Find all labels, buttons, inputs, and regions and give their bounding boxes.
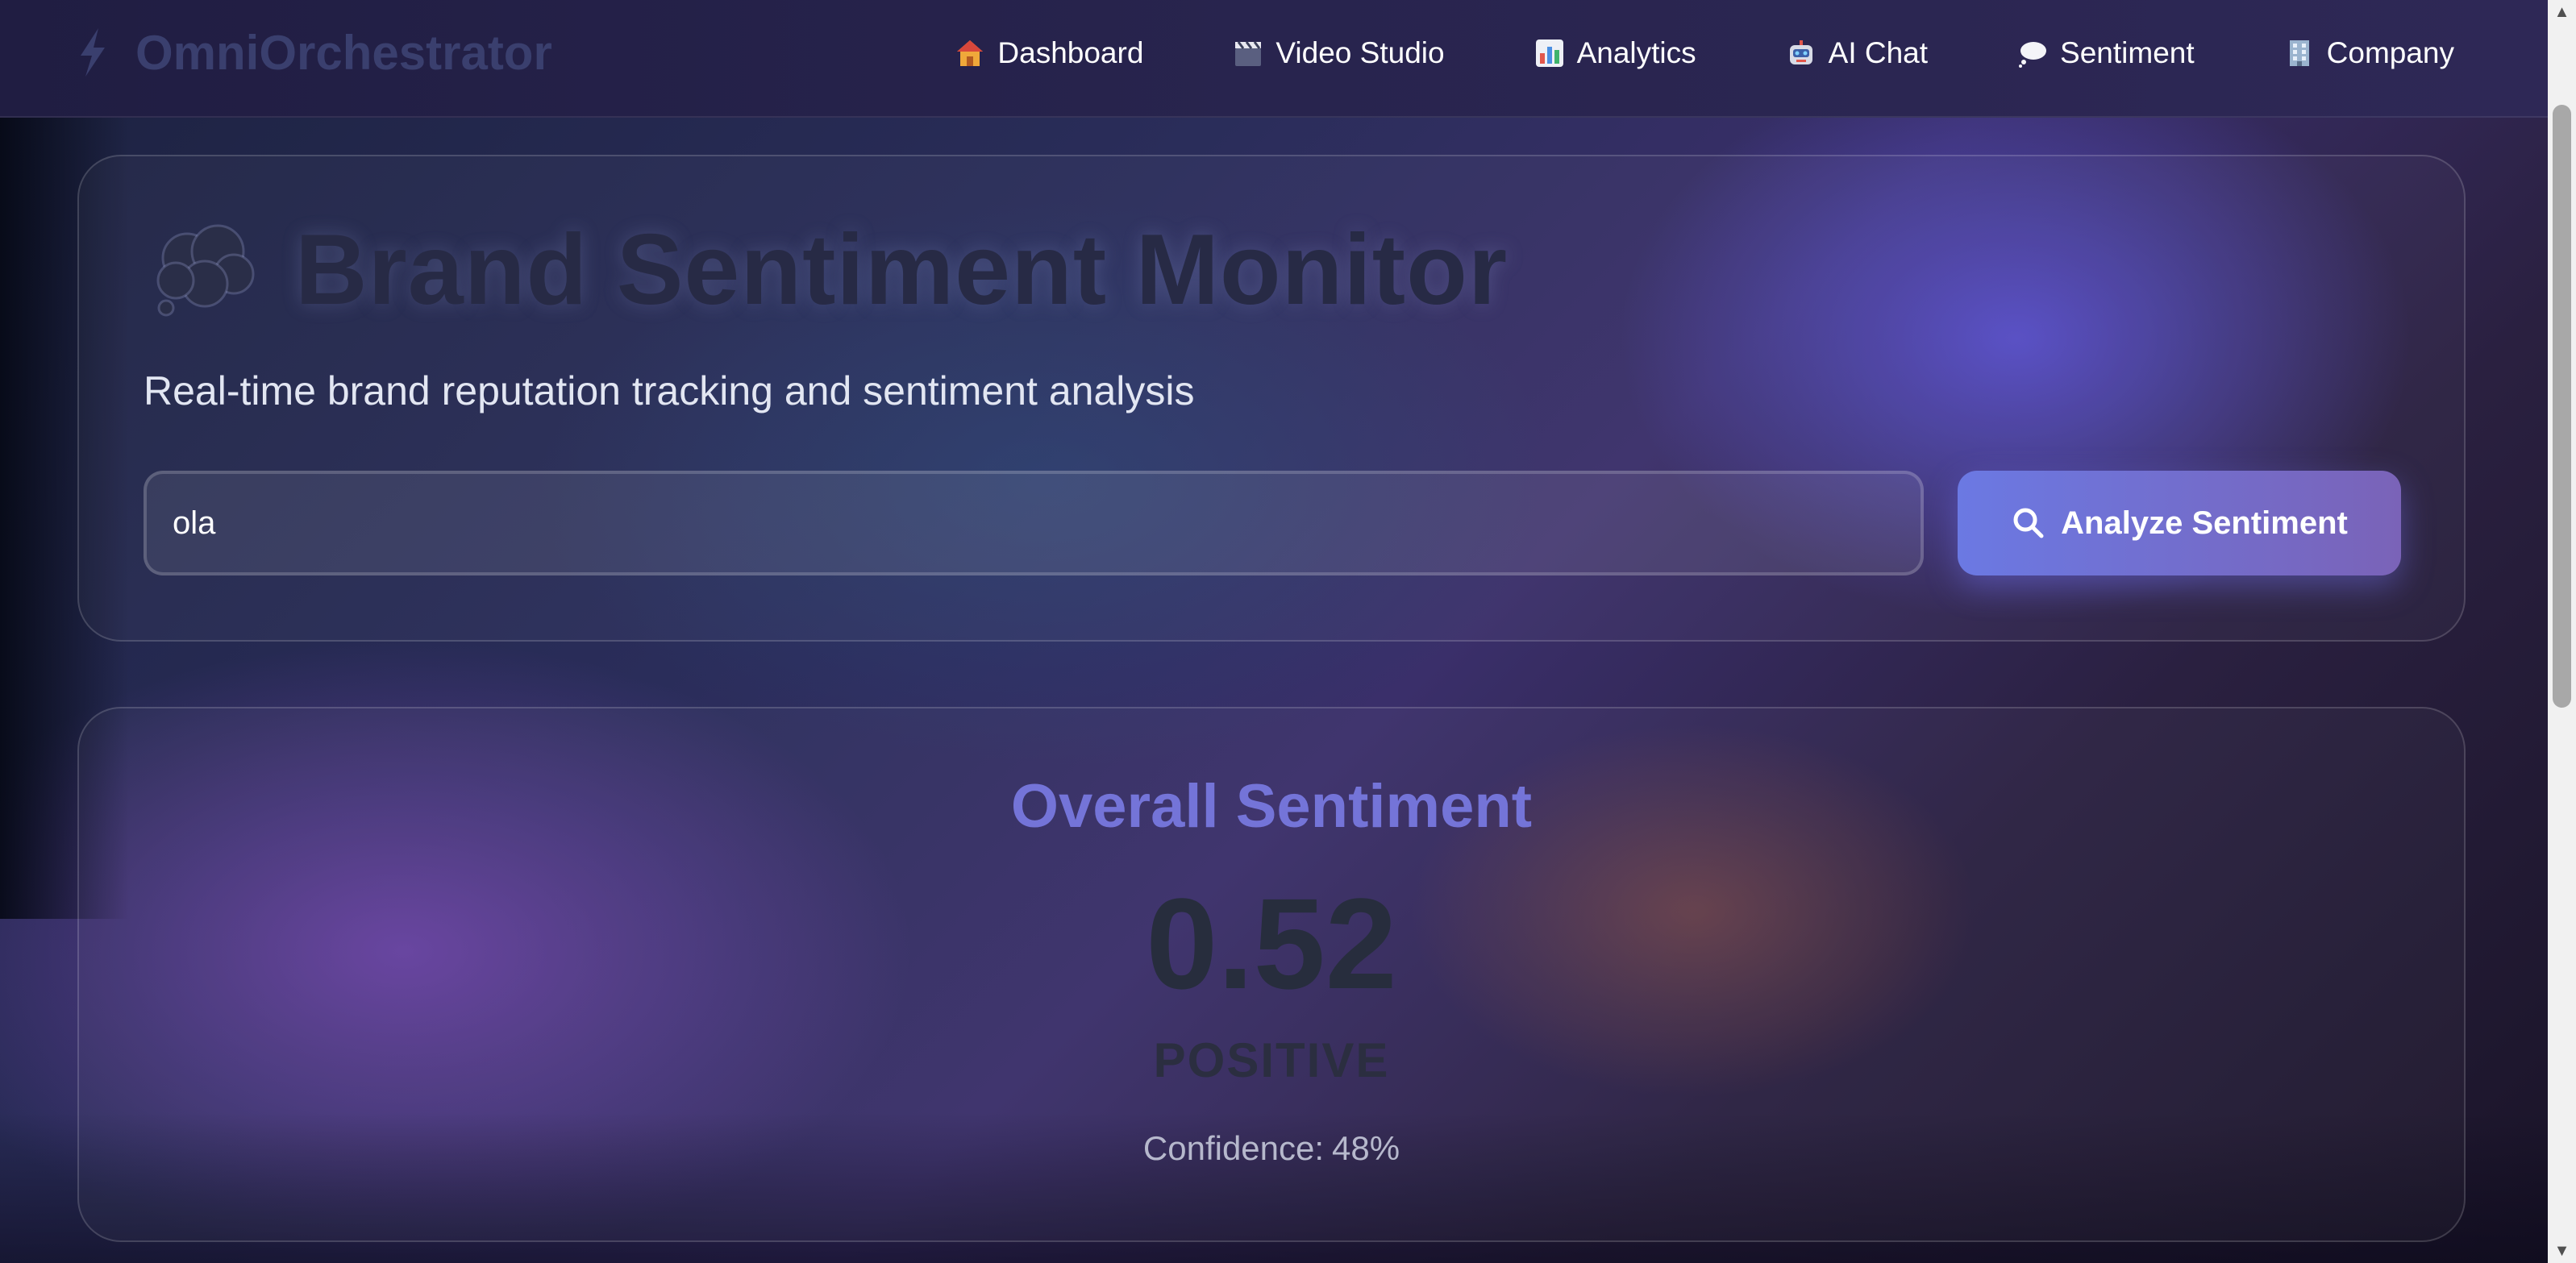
brand-search-input[interactable] [144, 471, 1924, 575]
clapperboard-icon [1235, 41, 1262, 66]
app-name: OmniOrchestrator [135, 25, 552, 80]
scroll-up-arrow-icon[interactable]: ▲ [2548, 0, 2576, 24]
confidence-label: Confidence: [1142, 1129, 1325, 1167]
vertical-scrollbar[interactable]: ▲ ▼ [2548, 0, 2576, 1263]
nav-analytics[interactable]: Analytics [1534, 36, 1696, 70]
nav-video-studio[interactable]: Video Studio [1232, 36, 1445, 70]
result-title: Overall Sentiment [1010, 772, 1533, 841]
nav-label: Analytics [1576, 36, 1696, 69]
lightning-bolt-icon [81, 28, 105, 77]
scrollbar-thumb[interactable] [2553, 105, 2571, 708]
confidence-text: Confidence: 48% [79, 1129, 2464, 1168]
nav-label: Sentiment [2060, 36, 2195, 69]
scroll-down-arrow-icon[interactable]: ▼ [2548, 1239, 2576, 1263]
nav-dashboard[interactable]: Dashboard [954, 36, 1143, 70]
nav-label: Company [2326, 36, 2454, 69]
page-subtitle: Real-time brand reputation tracking and … [144, 368, 1195, 413]
bar-chart-icon [1535, 39, 1563, 67]
thought-bubble-icon [156, 224, 255, 317]
nav-label: Video Studio [1276, 36, 1445, 69]
overall-sentiment-card: Overall Sentiment 0.52 POSITIVE Confiden… [77, 707, 2466, 1242]
office-building-icon [2289, 40, 2309, 66]
nav-company[interactable]: Company [2283, 36, 2454, 70]
top-navbar: OmniOrchestrator Dashboard Video Studio [0, 0, 2548, 118]
page-title-text: Brand Sentiment Monitor [295, 214, 1509, 326]
nav-label: Dashboard [997, 36, 1144, 69]
sentiment-search-card: Brand Sentiment Monitor Real-time brand … [77, 155, 2466, 642]
sentiment-score: 0.52 [1146, 871, 1397, 1016]
analyze-sentiment-button[interactable]: Analyze Sentiment [1958, 471, 2401, 575]
page-title: Brand Sentiment Monitor [147, 213, 1508, 327]
sentiment-label: POSITIVE [1153, 1033, 1390, 1087]
brand-logo[interactable]: OmniOrchestrator [74, 24, 552, 81]
main-nav: Dashboard Video Studio Analytics AI Chat… [954, 31, 2454, 76]
analyze-button-label: Analyze Sentiment [2061, 505, 2348, 541]
search-icon [2013, 508, 2044, 538]
confidence-value: 48% [1332, 1129, 1400, 1167]
robot-icon [1789, 40, 1812, 64]
speech-bubble-icon [2019, 42, 2047, 68]
nav-ai-chat[interactable]: AI Chat [1785, 36, 1928, 70]
nav-label: AI Chat [1828, 36, 1929, 69]
nav-sentiment[interactable]: Sentiment [2016, 36, 2195, 70]
house-icon [957, 40, 984, 66]
